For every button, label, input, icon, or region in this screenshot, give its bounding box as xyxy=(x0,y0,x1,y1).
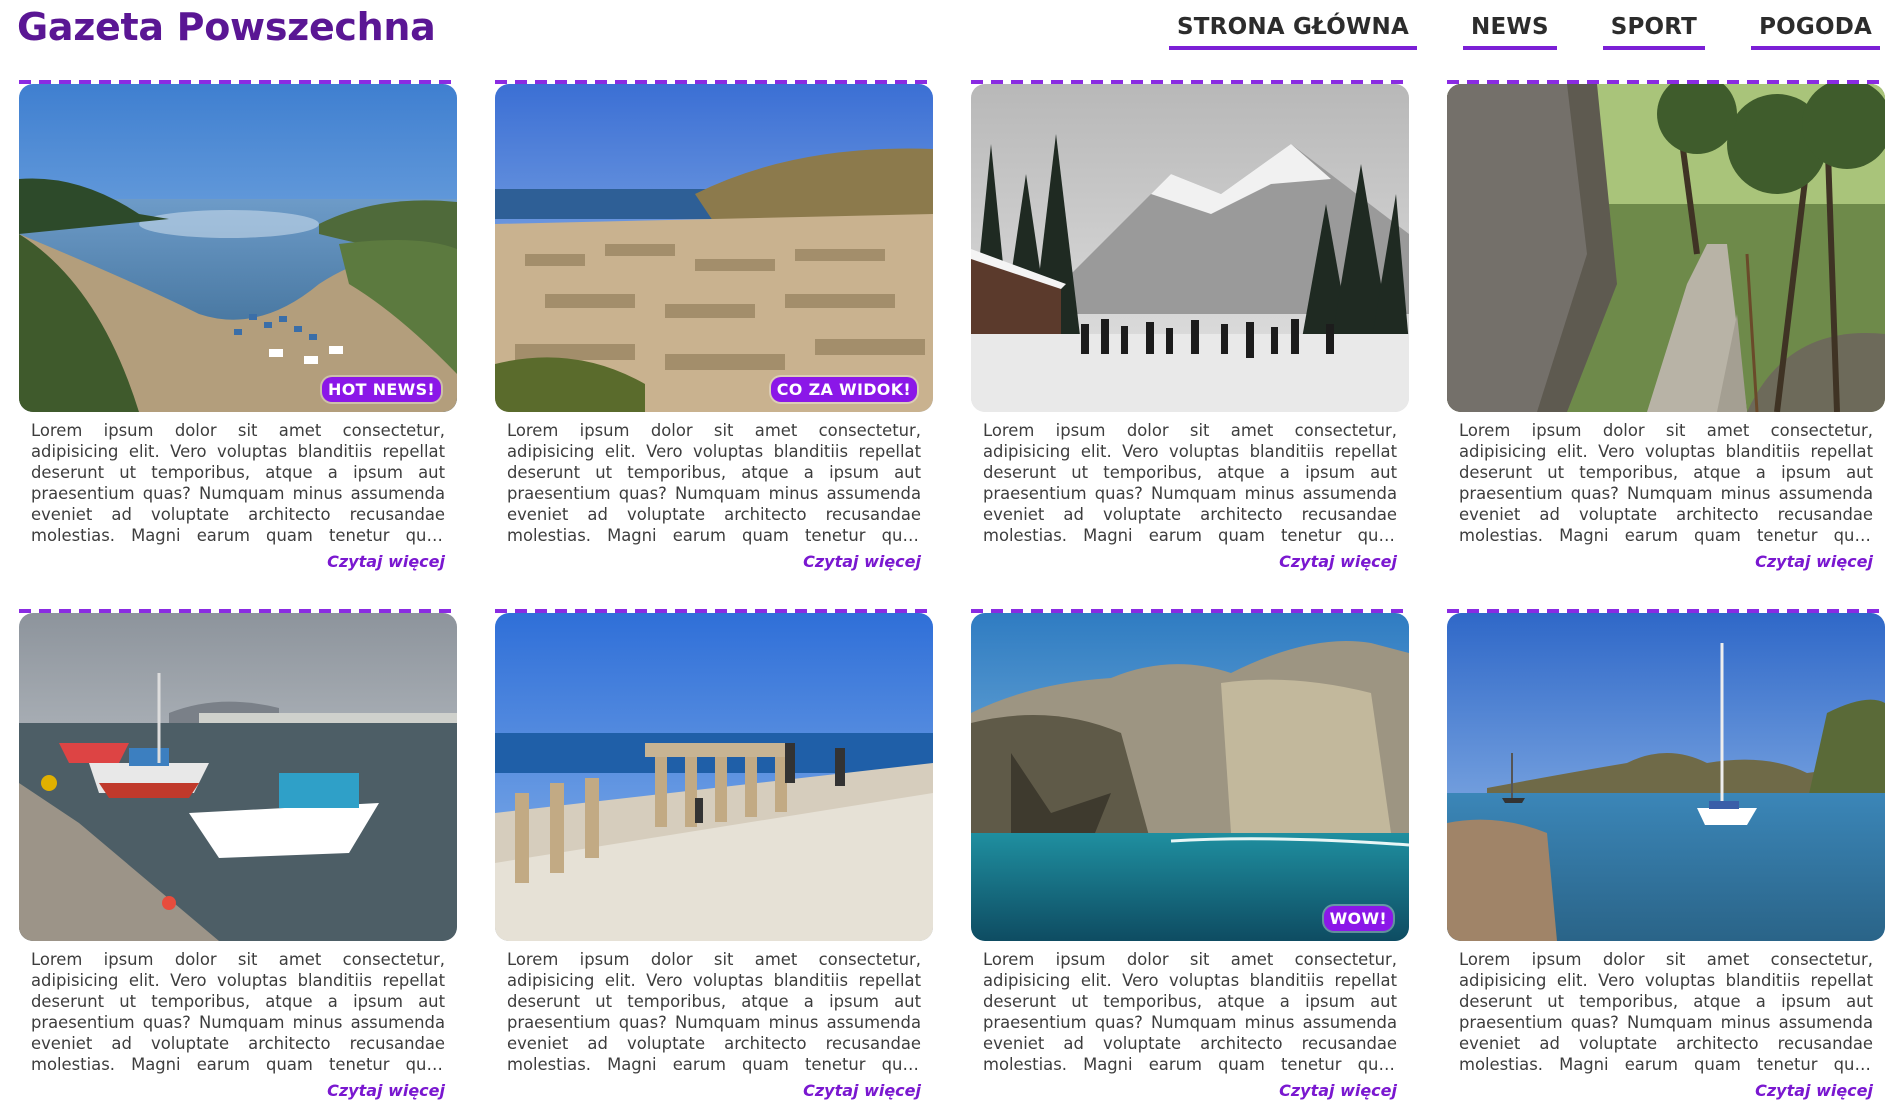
article-photo[interactable] xyxy=(1447,613,1885,941)
sailboat-bay-photo xyxy=(1447,613,1885,941)
forest-path-photo xyxy=(1447,84,1885,412)
article-excerpt: Lorem ipsum dolor sit amet consectetur, … xyxy=(507,950,921,1074)
article-badge: CO ZA WIDOK! xyxy=(770,377,917,402)
article-photo[interactable] xyxy=(971,84,1409,412)
site-logo[interactable]: Gazeta Powszechna xyxy=(17,5,436,49)
read-more-link[interactable]: Czytaj więcej xyxy=(327,1081,445,1100)
article-photo[interactable]: WOW! xyxy=(971,613,1409,941)
article-card: Lorem ipsum dolor sit amet consectetur, … xyxy=(1447,609,1885,1105)
ancient-ruins-photo xyxy=(495,84,933,412)
read-more-link[interactable]: Czytaj więcej xyxy=(803,552,921,571)
article-card: Lorem ipsum dolor sit amet consectetur, … xyxy=(1447,80,1885,576)
article-card: Lorem ipsum dolor sit amet consectetur, … xyxy=(971,80,1409,576)
acropolis-columns-photo xyxy=(495,613,933,941)
coastal-bay-photo xyxy=(19,84,457,412)
read-more-link[interactable]: Czytaj więcej xyxy=(327,552,445,571)
article-card: Lorem ipsum dolor sit amet consectetur, … xyxy=(19,609,457,1105)
snowy-mountain-photo xyxy=(971,84,1409,412)
nav-item-sport[interactable]: SPORT xyxy=(1602,14,1706,50)
nav-item-home[interactable]: STRONA GŁÓWNA xyxy=(1169,14,1418,50)
article-card: CO ZA WIDOK! Lorem ipsum dolor sit amet … xyxy=(495,80,933,576)
nav-item-news[interactable]: NEWS xyxy=(1463,14,1557,50)
article-excerpt: Lorem ipsum dolor sit amet consectetur, … xyxy=(983,421,1397,545)
nav-item-weather[interactable]: POGODA xyxy=(1751,14,1880,50)
sea-cliff-photo xyxy=(971,613,1409,941)
article-photo[interactable]: HOT NEWS! xyxy=(19,84,457,412)
article-card: WOW! Lorem ipsum dolor sit amet consecte… xyxy=(971,609,1409,1105)
article-excerpt: Lorem ipsum dolor sit amet consectetur, … xyxy=(1459,950,1873,1074)
article-photo[interactable]: CO ZA WIDOK! xyxy=(495,84,933,412)
article-excerpt: Lorem ipsum dolor sit amet consectetur, … xyxy=(983,950,1397,1074)
article-excerpt: Lorem ipsum dolor sit amet consectetur, … xyxy=(1459,421,1873,545)
read-more-link[interactable]: Czytaj więcej xyxy=(1755,1081,1873,1100)
site-header: Gazeta Powszechna STRONA GŁÓWNA NEWS SPO… xyxy=(0,0,1902,60)
article-excerpt: Lorem ipsum dolor sit amet consectetur, … xyxy=(31,421,445,545)
fishing-boats-photo xyxy=(19,613,457,941)
main-nav: STRONA GŁÓWNA NEWS SPORT POGODA xyxy=(1169,14,1880,50)
article-card: HOT NEWS! Lorem ipsum dolor sit amet con… xyxy=(19,80,457,576)
read-more-link[interactable]: Czytaj więcej xyxy=(1279,1081,1397,1100)
article-card: Lorem ipsum dolor sit amet consectetur, … xyxy=(495,609,933,1105)
article-photo[interactable] xyxy=(495,613,933,941)
read-more-link[interactable]: Czytaj więcej xyxy=(1279,552,1397,571)
read-more-link[interactable]: Czytaj więcej xyxy=(1755,552,1873,571)
article-excerpt: Lorem ipsum dolor sit amet consectetur, … xyxy=(31,950,445,1074)
article-photo[interactable] xyxy=(19,613,457,941)
article-photo[interactable] xyxy=(1447,84,1885,412)
article-grid: HOT NEWS! Lorem ipsum dolor sit amet con… xyxy=(19,80,1885,1105)
read-more-link[interactable]: Czytaj więcej xyxy=(803,1081,921,1100)
article-badge: HOT NEWS! xyxy=(322,377,441,402)
article-badge: WOW! xyxy=(1323,906,1393,931)
article-excerpt: Lorem ipsum dolor sit amet consectetur, … xyxy=(507,421,921,545)
